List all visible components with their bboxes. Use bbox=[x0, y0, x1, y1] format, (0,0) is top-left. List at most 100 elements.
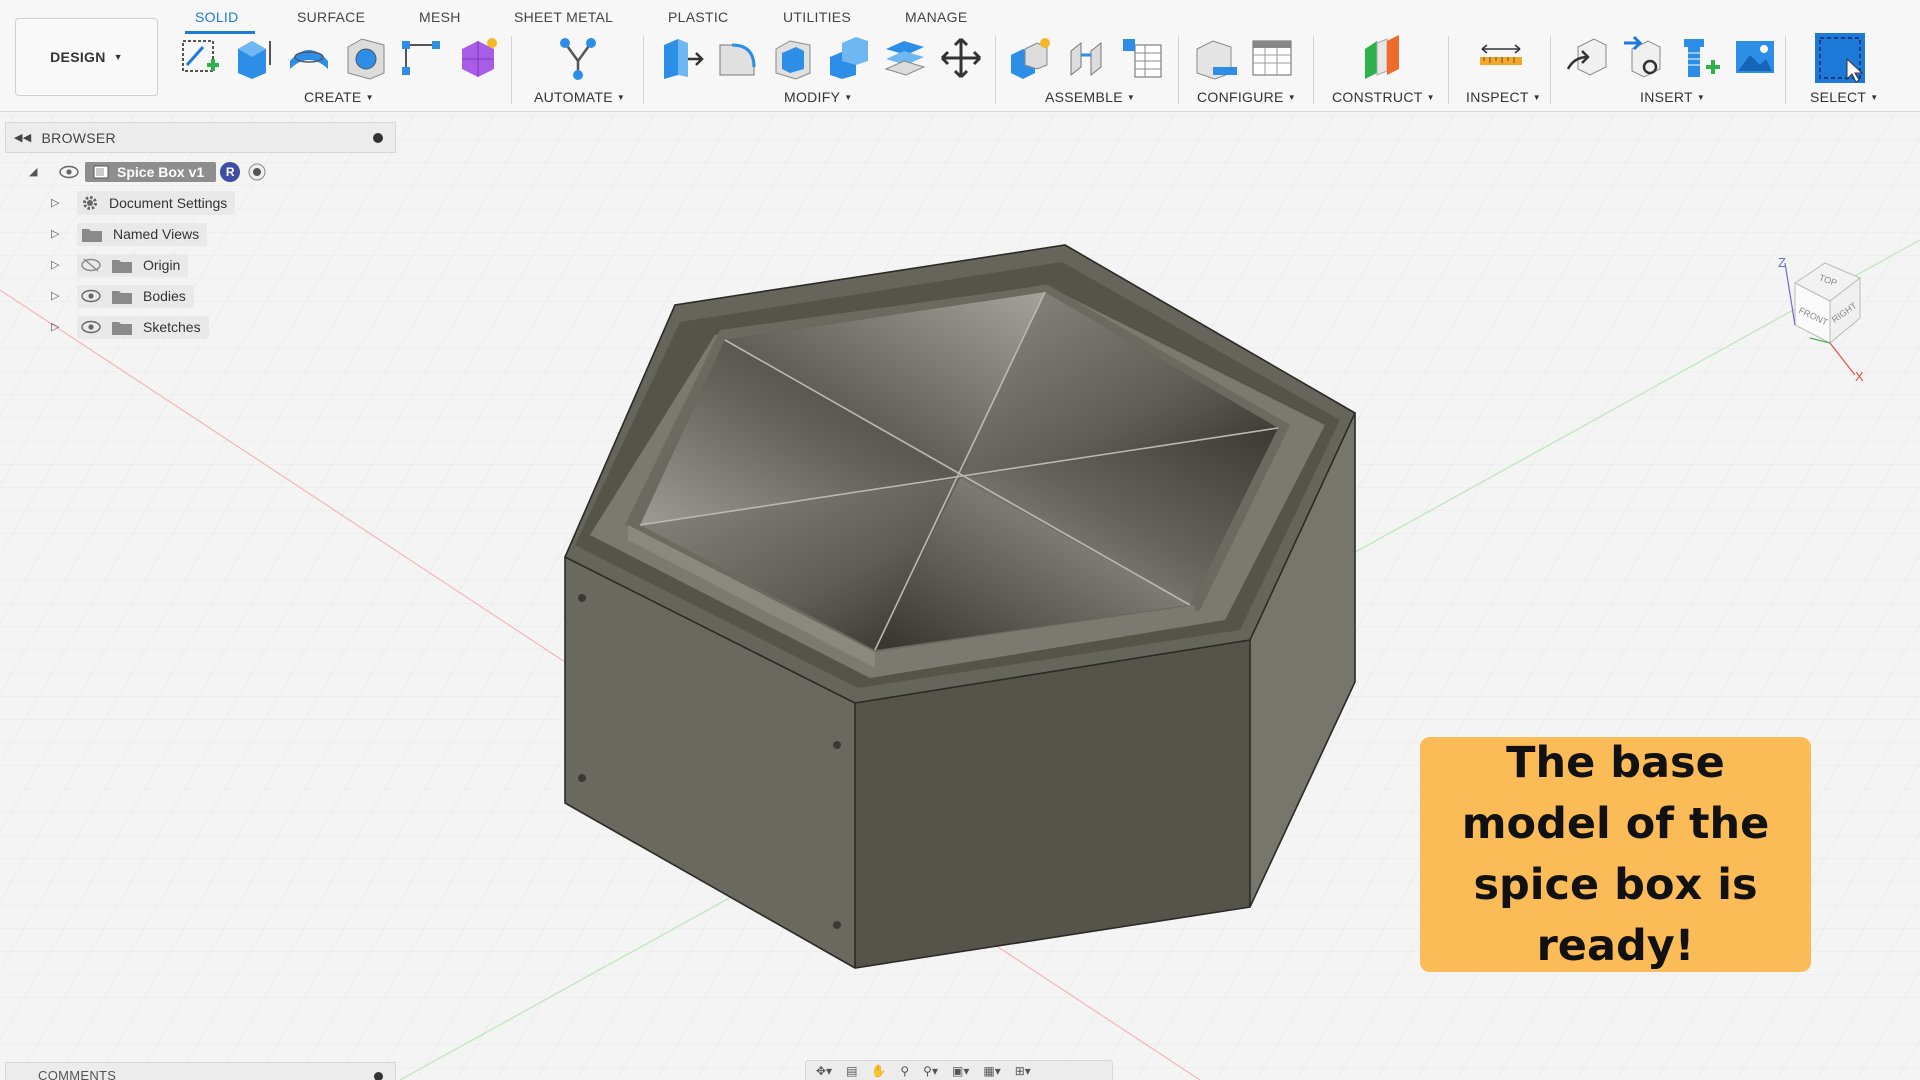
zoom-window-icon[interactable]: ⚲▾ bbox=[923, 1064, 938, 1078]
automate-icon[interactable] bbox=[555, 35, 601, 81]
move-icon[interactable] bbox=[938, 35, 984, 81]
zoom-icon[interactable]: ⚲ bbox=[900, 1064, 909, 1078]
create-form-icon[interactable] bbox=[454, 35, 500, 81]
combine-icon[interactable] bbox=[826, 35, 872, 81]
folder-icon bbox=[82, 228, 102, 242]
create-sketch-icon[interactable] bbox=[177, 35, 223, 81]
expand-right-icon[interactable]: ▷ bbox=[51, 227, 59, 240]
joint-icon[interactable] bbox=[1063, 35, 1109, 81]
inspect-menu-label: INSPECT bbox=[1466, 89, 1529, 105]
workspace-label: DESIGN bbox=[50, 49, 106, 65]
tree-item-label: Named Views bbox=[113, 226, 200, 242]
fillet-icon[interactable] bbox=[714, 35, 760, 81]
comments-panel[interactable]: COMMENTS bbox=[5, 1062, 396, 1080]
toolbar-divider bbox=[1550, 36, 1551, 104]
rectangular-pattern-icon[interactable] bbox=[398, 35, 444, 81]
minimize-icon[interactable] bbox=[374, 1072, 383, 1080]
expand-right-icon[interactable]: ▷ bbox=[51, 289, 59, 302]
insert-menu[interactable]: INSERT ▼ bbox=[1640, 89, 1705, 105]
spice-box-model[interactable] bbox=[563, 244, 1357, 969]
select-menu[interactable]: SELECT ▼ bbox=[1810, 89, 1878, 105]
caret-down-icon: ▼ bbox=[365, 93, 374, 102]
expand-right-icon[interactable]: ▷ bbox=[51, 196, 59, 209]
folder-icon bbox=[112, 259, 132, 273]
tree-item-label: Sketches bbox=[143, 319, 201, 335]
caret-down-icon: ▼ bbox=[1126, 93, 1136, 102]
gear-icon bbox=[83, 196, 97, 210]
view-cube[interactable]: TOP FRONT RIGHT Z X bbox=[1775, 253, 1875, 383]
comments-title: COMMENTS bbox=[38, 1068, 117, 1080]
expand-down-icon[interactable]: ◢ bbox=[29, 165, 37, 178]
tab-plastic[interactable]: PLASTIC bbox=[668, 9, 728, 25]
insert-derive-icon[interactable] bbox=[1564, 35, 1610, 81]
configuration-table-icon[interactable] bbox=[1249, 35, 1295, 81]
tab-manage[interactable]: MANAGE bbox=[905, 9, 967, 25]
visibility-eye-icon[interactable] bbox=[81, 320, 101, 334]
tree-item-document-settings[interactable]: ▷ Document Settings bbox=[51, 191, 236, 215]
create-menu[interactable]: CREATE ▼ bbox=[304, 89, 374, 105]
visibility-eye-icon[interactable] bbox=[81, 289, 101, 303]
insert-link-icon[interactable] bbox=[1620, 35, 1666, 81]
look-at-icon[interactable]: ▤ bbox=[846, 1064, 857, 1078]
tree-item-sketches[interactable]: ▷ Sketches bbox=[51, 315, 209, 339]
display-settings-icon[interactable]: ▣▾ bbox=[952, 1064, 969, 1078]
offset-plane-icon[interactable] bbox=[1359, 35, 1405, 81]
insert-mcmaster-icon[interactable] bbox=[1676, 35, 1722, 81]
toolbar-divider bbox=[1785, 36, 1786, 104]
hidden-eye-icon[interactable] bbox=[81, 258, 101, 272]
tree-item-bodies[interactable]: ▷ Bodies bbox=[51, 284, 194, 308]
bill-of-materials-icon[interactable] bbox=[1119, 35, 1165, 81]
tree-root-row[interactable]: ◢ Spice Box v1 R bbox=[29, 160, 266, 184]
tree-item-named-views[interactable]: ▷ Named Views bbox=[51, 222, 208, 246]
press-pull-icon[interactable] bbox=[658, 35, 704, 81]
automate-menu[interactable]: AUTOMATE ▼ bbox=[534, 89, 625, 105]
select-icon[interactable] bbox=[1815, 33, 1865, 83]
caret-down-icon: ▼ bbox=[1532, 93, 1541, 102]
tab-surface[interactable]: SURFACE bbox=[297, 9, 365, 25]
configure-icon[interactable] bbox=[1193, 35, 1239, 81]
measure-icon[interactable] bbox=[1478, 35, 1524, 81]
tab-utilities[interactable]: UTILITIES bbox=[783, 9, 851, 25]
workspace-switcher-button[interactable]: DESIGN ▼ bbox=[15, 18, 158, 96]
root-component-name: Spice Box v1 bbox=[117, 164, 205, 180]
assemble-menu[interactable]: ASSEMBLE ▼ bbox=[1045, 89, 1135, 105]
extrude-icon[interactable] bbox=[230, 35, 276, 81]
navigation-bar: ✥▾ ▤ ✋ ⚲ ⚲▾ ▣▾ ▦▾ ⊞▾ bbox=[805, 1060, 1113, 1080]
browser-header[interactable]: ◀◀ BROWSER bbox=[5, 122, 396, 153]
callout-banner: The base model of the spice box is ready… bbox=[1420, 737, 1811, 972]
tab-mesh[interactable]: MESH bbox=[419, 9, 461, 25]
reference-badge: R bbox=[220, 162, 241, 182]
insert-canvas-icon[interactable] bbox=[1732, 35, 1778, 81]
activate-radio-icon[interactable] bbox=[248, 163, 266, 181]
toolbar-divider bbox=[643, 36, 644, 104]
orbit-icon[interactable]: ✥▾ bbox=[816, 1064, 832, 1078]
offset-face-icon[interactable] bbox=[882, 35, 928, 81]
configure-menu-label: CONFIGURE bbox=[1197, 89, 1284, 105]
pan-icon[interactable]: ✋ bbox=[871, 1064, 886, 1078]
expand-right-icon[interactable]: ▷ bbox=[51, 320, 59, 333]
expand-right-icon[interactable]: ▷ bbox=[51, 258, 59, 271]
caret-down-icon: ▼ bbox=[616, 93, 626, 102]
inspect-menu[interactable]: INSPECT ▼ bbox=[1466, 89, 1541, 105]
new-component-icon[interactable] bbox=[1007, 35, 1053, 81]
root-component-label[interactable]: Spice Box v1 bbox=[85, 162, 217, 182]
grid-settings-icon[interactable]: ▦▾ bbox=[983, 1064, 1000, 1078]
create-menu-label: CREATE bbox=[304, 89, 362, 105]
construct-menu[interactable]: CONSTRUCT ▼ bbox=[1332, 89, 1435, 105]
tab-solid[interactable]: SOLID bbox=[195, 9, 239, 25]
hole-icon[interactable] bbox=[342, 35, 388, 81]
caret-down-icon: ▼ bbox=[1870, 93, 1879, 102]
viewports-icon[interactable]: ⊞▾ bbox=[1015, 1064, 1031, 1078]
shell-icon[interactable] bbox=[770, 35, 816, 81]
minimize-icon[interactable] bbox=[373, 133, 383, 143]
revolve-icon[interactable] bbox=[286, 35, 332, 81]
tree-item-origin[interactable]: ▷ Origin bbox=[51, 253, 189, 277]
tab-sheet-metal[interactable]: SHEET METAL bbox=[514, 9, 613, 25]
modify-menu-label: MODIFY bbox=[784, 89, 841, 105]
visibility-eye-icon[interactable] bbox=[59, 165, 79, 179]
configure-menu[interactable]: CONFIGURE ▼ bbox=[1197, 89, 1296, 105]
modify-menu[interactable]: MODIFY ▼ bbox=[784, 89, 852, 105]
assemble-menu-label: ASSEMBLE bbox=[1045, 89, 1123, 105]
collapse-panel-icon[interactable]: ◀◀ bbox=[14, 131, 32, 144]
select-menu-label: SELECT bbox=[1810, 89, 1867, 105]
